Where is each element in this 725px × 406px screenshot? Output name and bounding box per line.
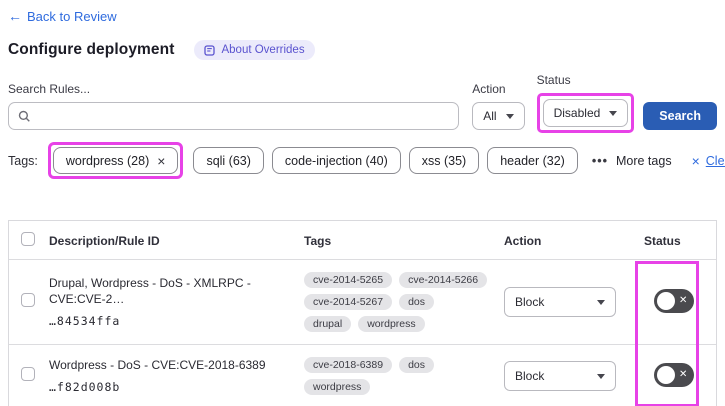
rule-description: Drupal, Wordpress - DoS - XMLRPC - CVE:C… [49,275,251,306]
search-icon [18,110,31,123]
tag-filter-xss[interactable]: xss (35) [408,147,480,174]
back-arrow-icon: ← [8,8,22,24]
status-highlight-box: Disabled [536,93,635,133]
action-filter: Action All [472,82,525,133]
tags-label: Tags: [8,153,38,168]
more-tags-button[interactable]: ••• More tags [592,154,672,168]
wordpress-tag-highlight-box: wordpress (28) × [47,142,184,179]
clear-tags-label: Clear tags [705,153,725,168]
col-header-action: Action [504,233,542,248]
back-link-label: Back to Review [27,8,117,24]
status-toggle[interactable]: ✕ [654,363,694,387]
search-rules-label: Search Rules... [8,82,91,96]
rule-tag: cve-2018-6389 [304,357,393,373]
status-toggle[interactable]: ✕ [654,289,694,313]
rule-tag: cve-2014-5267 [304,294,393,310]
search-input[interactable] [8,102,460,130]
back-to-review-link[interactable]: ← Back to Review [8,8,117,24]
action-select[interactable]: Block [504,361,616,391]
action-dropdown-value: All [483,109,497,123]
col-header-tags: Tags [304,233,332,248]
action-select-value: Block [515,369,545,383]
about-overrides-badge[interactable]: About Overrides [194,40,315,60]
search-column: Search Rules... [8,82,460,133]
rule-tag: wordpress [358,316,425,332]
col-header-status: Status [644,233,681,248]
action-dropdown[interactable]: All [472,102,525,130]
chevron-down-icon [597,299,605,305]
tag-filter-header[interactable]: header (32) [487,147,578,174]
remove-tag-icon[interactable]: × [157,153,165,169]
rule-tags: cve-2018-6389 dos wordpress [304,357,504,395]
action-select[interactable]: Block [504,287,616,317]
more-tags-label: More tags [615,153,672,168]
chevron-down-icon [505,113,514,119]
table-header-row: Description/Rule ID Tags Action Status [9,221,716,260]
rule-tag: dos [399,294,434,310]
filter-row: Search Rules... Action All Status Disabl… [8,73,717,133]
status-dropdown-value: Disabled [553,106,601,120]
docs-icon [204,44,216,56]
status-filter: Status Disabled [536,73,635,133]
title-row: Configure deployment About Overrides [8,40,717,60]
clear-tags-link[interactable]: × Clear tags [692,153,725,169]
select-all-checkbox[interactable] [21,232,35,246]
action-select-value: Block [515,295,545,309]
toggle-knob [657,292,675,310]
configure-deployment-page: ← Back to Review Configure deployment Ab… [0,0,725,406]
table-row: Drupal, Wordpress - DoS - XMLRPC - CVE:C… [9,259,716,345]
rule-tag: drupal [304,316,352,332]
rule-tag: cve-2014-5266 [399,272,488,288]
col-header-description: Description/Rule ID [49,233,160,248]
toggle-off-icon: ✕ [679,369,688,380]
tag-filter-sqli[interactable]: sqli (63) [193,147,264,174]
tag-filter-code-injection[interactable]: code-injection (40) [271,147,401,174]
row-checkbox[interactable] [21,366,35,381]
about-overrides-label: About Overrides [221,44,305,56]
search-button[interactable]: Search [643,102,717,130]
rule-tag: wordpress [304,379,371,395]
toggle-off-icon: ✕ [679,295,688,306]
action-label: Action [472,82,506,96]
toggle-knob [657,366,675,384]
clear-tags-icon: × [691,152,700,169]
rule-id: …f82d008b [49,380,121,395]
rule-tag: cve-2014-5265 [304,272,393,288]
rule-tag: dos [399,357,434,373]
ellipsis-icon: ••• [591,153,608,168]
table-row: Wordpress - DoS - CVE:CVE-2018-6389 …f82… [9,344,716,406]
rule-tags: cve-2014-5265 cve-2014-5266 cve-2014-526… [304,272,504,332]
row-checkbox[interactable] [21,292,35,307]
chevron-down-icon [609,110,618,116]
tags-bar: Tags: wordpress (28) × sqli (63) code-in… [8,142,725,179]
tag-filter-wordpress[interactable]: wordpress (28) × [52,147,179,174]
rule-description: Wordpress - DoS - CVE:CVE-2018-6389 [49,357,266,372]
status-dropdown[interactable]: Disabled [542,99,629,127]
status-label: Status [536,73,571,87]
tag-filter-wordpress-label: wordpress (28) [65,153,150,168]
page-title: Configure deployment [8,41,175,58]
rule-id: …84534ffa [49,314,121,329]
chevron-down-icon [597,373,605,379]
rules-table: Description/Rule ID Tags Action Status D… [8,220,717,406]
